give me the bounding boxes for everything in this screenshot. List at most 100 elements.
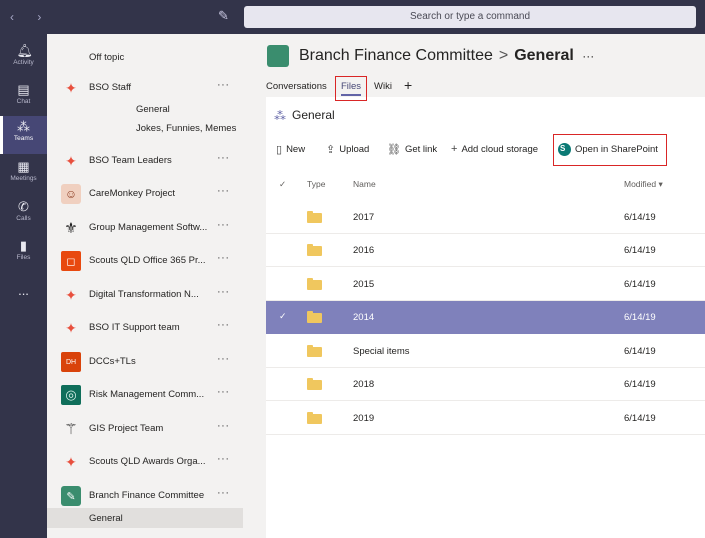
table-row[interactable]: 2016 6/14/19 — [266, 234, 705, 267]
upload-button[interactable]: ⇪ Upload — [326, 143, 369, 156]
column-modified[interactable]: Modified ▾ — [624, 179, 663, 190]
scout-logo-icon: ✦ — [65, 319, 77, 336]
team-name[interactable]: Branch Finance Committee — [299, 47, 493, 64]
column-name[interactable]: Name — [353, 179, 376, 189]
rail-chat[interactable]: ▤ Chat — [0, 79, 47, 117]
more-options-icon[interactable]: ··· — [217, 453, 230, 465]
search-input[interactable]: Search or type a command — [244, 6, 696, 28]
folder-icon — [307, 378, 322, 390]
more-icon: ... — [18, 283, 29, 298]
team-risk-management[interactable]: ◎ Risk Management Comm... ··· — [47, 377, 243, 410]
team-branch-finance[interactable]: ✎ Branch Finance Committee ··· — [47, 478, 243, 511]
select-all-check[interactable]: ✓ — [279, 179, 286, 190]
title-bar: ‹ › ✎ Search or type a command — [0, 0, 705, 34]
files-tab-highlight — [335, 76, 367, 101]
nav-arrows[interactable]: ‹ › — [10, 10, 51, 24]
team-bso-staff[interactable]: ✦ BSO Staff ··· — [47, 70, 243, 103]
rail-calls[interactable]: ✆ Calls — [0, 196, 47, 234]
team-dccs-tls[interactable]: DH DCCs+TLs ··· — [47, 344, 243, 377]
table-row[interactable]: 2017 6/14/19 — [266, 201, 705, 234]
more-options-icon[interactable]: ··· — [217, 487, 230, 499]
channel-name: General — [514, 47, 574, 64]
team-bso-team-leaders[interactable]: ✦ BSO Team Leaders ··· — [47, 143, 243, 176]
chat-icon: ▤ — [17, 82, 30, 97]
scout-logo-icon: ✦ — [65, 453, 77, 470]
teams-list: Off topic ✦ BSO Staff ··· General Jokes,… — [47, 34, 243, 538]
phone-icon: ✆ — [18, 199, 29, 214]
team-group-management[interactable]: ⚜ Group Management Softw... ··· — [47, 210, 243, 243]
ring-logo-icon: ◎ — [61, 385, 81, 405]
rail-meetings[interactable]: ▦ Meetings — [0, 156, 47, 194]
team-bso-it-support[interactable]: ✦ BSO IT Support team ··· — [47, 310, 243, 343]
team-digital-transformation[interactable]: ✦ Digital Transformation N... ··· — [47, 277, 243, 310]
folder-icon — [307, 244, 322, 256]
finance-logo-icon: ✎ — [61, 486, 81, 506]
plus-icon: + — [451, 143, 458, 155]
team-office365[interactable]: ◻ Scouts QLD Office 365 Pr... ··· — [47, 243, 243, 276]
page-title: Branch Finance Committee > General ··· — [299, 47, 594, 65]
folder-icon — [307, 412, 322, 424]
team-gis-project[interactable]: ⚚ GIS Project Team ··· — [47, 411, 243, 444]
more-options-icon[interactable]: ··· — [217, 252, 230, 264]
more-options-icon[interactable]: ··· — [217, 420, 230, 432]
rail-teams[interactable]: ⁂ Teams — [0, 116, 47, 154]
add-cloud-storage-button[interactable]: + Add cloud storage — [451, 143, 538, 155]
channel-general-active[interactable]: General — [47, 508, 243, 528]
link-icon: ⛓︎ — [387, 144, 401, 156]
table-row[interactable]: 2015 6/14/19 — [266, 268, 705, 301]
more-options-icon[interactable]: ··· — [217, 319, 230, 331]
table-row[interactable]: 2018 6/14/19 — [266, 368, 705, 401]
folder-title: General — [292, 108, 335, 122]
scout-logo-icon: ✦ — [65, 286, 77, 303]
rail-files[interactable]: ▮ Files — [0, 235, 47, 273]
teams-icon: ⁂ — [274, 109, 286, 123]
channel-off-topic[interactable]: Off topic — [47, 40, 243, 73]
monkey-logo-icon: ☺ — [61, 184, 81, 204]
new-button[interactable]: ▯ New — [276, 143, 305, 156]
get-link-button[interactable]: ⛓︎ Get link — [387, 143, 437, 156]
fleur-de-lis-icon: ⚜ — [64, 220, 78, 237]
table-row[interactable]: 2019 6/14/19 — [266, 402, 705, 435]
file-icon: ▮ — [19, 238, 28, 253]
compose-icon[interactable]: ✎ — [218, 8, 229, 24]
column-type[interactable]: Type — [307, 179, 325, 189]
folder-icon — [307, 278, 322, 290]
bell-icon: 🔔︎ — [16, 43, 34, 58]
channel-general[interactable]: General — [136, 104, 170, 115]
dh-avatar: DH — [61, 352, 81, 372]
teams-icon: ⁂ — [17, 119, 30, 134]
table-row[interactable]: Special items 6/14/19 — [266, 335, 705, 368]
calendar-icon: ▦ — [17, 159, 30, 174]
team-caremonkey[interactable]: ☺ CareMonkey Project ··· — [47, 176, 243, 209]
folder-icon — [307, 211, 322, 223]
rail-activity[interactable]: 🔔︎ Activity — [0, 40, 47, 78]
tab-conversations[interactable]: Conversations — [266, 81, 327, 92]
folder-icon — [307, 311, 322, 323]
tab-wiki[interactable]: Wiki — [374, 81, 392, 92]
office-logo-icon: ◻ — [61, 251, 81, 271]
table-row-selected[interactable]: ✓ 2014 6/14/19 — [266, 301, 705, 334]
sharepoint-highlight — [553, 134, 667, 166]
scout-logo-icon: ✦ — [65, 152, 77, 169]
more-options-icon[interactable]: ··· — [217, 353, 230, 365]
scout-logo-icon: ✦ — [65, 79, 77, 96]
app-rail: 🔔︎ Activity ▤ Chat ⁂ Teams ▦ Meetings ✆ … — [0, 34, 47, 538]
gis-logo-icon: ⚚ — [64, 421, 78, 438]
breadcrumb-separator: > — [498, 47, 509, 64]
more-options-icon[interactable]: ··· — [217, 79, 230, 91]
more-options-icon[interactable]: ··· — [217, 286, 230, 298]
new-file-icon: ▯ — [276, 144, 283, 156]
more-options-icon[interactable]: ··· — [217, 152, 230, 164]
more-options-icon[interactable]: ··· — [217, 386, 230, 398]
more-options-icon[interactable]: ··· — [217, 185, 230, 197]
rail-more[interactable]: ... — [0, 280, 47, 318]
team-logo-icon — [267, 45, 289, 67]
more-options-icon[interactable]: ··· — [582, 49, 594, 63]
add-tab-icon[interactable]: + — [404, 77, 412, 93]
upload-icon: ⇪ — [326, 144, 336, 156]
channel-jokes[interactable]: Jokes, Funnies, Memes — [136, 123, 236, 134]
folder-icon — [307, 345, 322, 357]
team-awards[interactable]: ✦ Scouts QLD Awards Orga... ··· — [47, 444, 243, 477]
more-options-icon[interactable]: ··· — [217, 219, 230, 231]
row-check-icon[interactable]: ✓ — [279, 311, 287, 322]
